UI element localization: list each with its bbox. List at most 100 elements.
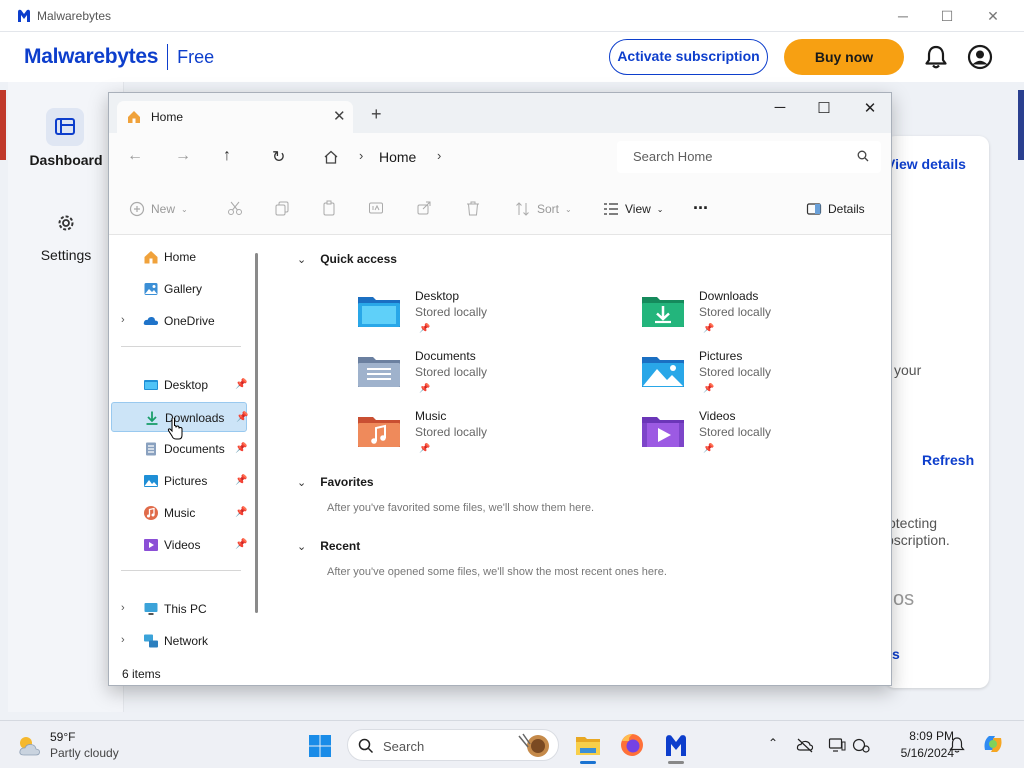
home-icon [128, 111, 140, 123]
chevron-right-icon[interactable]: › [121, 634, 125, 646]
nav-item-pictures[interactable]: Pictures 📌 [111, 466, 247, 496]
favorites-header[interactable]: ⌄ Favorites [297, 475, 374, 489]
chevron-right-icon[interactable]: › [121, 314, 125, 326]
minimize-button[interactable]: ─ [893, 6, 913, 26]
search-input[interactable]: Search Home [617, 141, 881, 173]
bell-icon[interactable] [923, 44, 949, 70]
cut-icon[interactable] [227, 200, 243, 216]
nav-item-onedrive[interactable]: › OneDrive [111, 306, 247, 336]
explorer-tab-bar: Home ✕ + ─ ☐ ✕ [109, 93, 891, 133]
quick-access-item-downloads[interactable]: Downloads Stored locally 📌 [641, 289, 901, 345]
up-icon[interactable]: ↑ [223, 147, 231, 165]
nav-item-desktop[interactable]: Desktop 📌 [111, 370, 247, 400]
pin-icon[interactable]: 📌 [236, 412, 248, 423]
back-icon[interactable]: ← [127, 147, 143, 165]
navigation-pane-scrollbar[interactable] [255, 253, 258, 613]
account-icon[interactable] [967, 44, 993, 70]
cloud-offline-icon[interactable] [796, 736, 814, 754]
background-link[interactable]: s [892, 646, 900, 662]
quick-access-item-music[interactable]: Music Stored locally 📌 [357, 409, 617, 465]
clock-date[interactable]: 5/16/2024 [880, 746, 954, 760]
copilot-icon[interactable] [980, 731, 1006, 757]
network-status-icon[interactable] [852, 736, 870, 754]
new-tab-button[interactable]: + [371, 104, 382, 125]
sort-button[interactable]: Sort ⌄ [515, 201, 572, 217]
share-icon[interactable] [416, 200, 432, 216]
explorer-content: ⌄ Quick access Desktop Stored locally 📌 … [267, 235, 891, 661]
close-button[interactable]: ✕ [855, 99, 885, 121]
taskbar-app-file-explorer[interactable] [568, 729, 608, 765]
nav-item-network[interactable]: › Network [111, 626, 247, 656]
view-button[interactable]: View ⌄ [603, 201, 664, 217]
search-icon [857, 150, 869, 162]
delete-icon[interactable] [465, 200, 481, 216]
quick-access-item-desktop[interactable]: Desktop Stored locally 📌 [357, 289, 617, 345]
breadcrumb-home[interactable]: Home [379, 149, 416, 165]
pin-icon: 📌 [703, 323, 715, 333]
background-text: os [893, 588, 915, 610]
quick-access-header[interactable]: ⌄ Quick access [297, 252, 397, 266]
nav-item-music[interactable]: Music 📌 [111, 498, 247, 528]
minimize-button[interactable]: ─ [765, 99, 795, 121]
more-options-icon[interactable]: ... [693, 193, 708, 214]
refresh-link[interactable]: Refresh [922, 452, 974, 468]
gear-icon [58, 215, 74, 231]
tab-home[interactable]: Home ✕ [117, 101, 353, 133]
pin-icon[interactable]: 📌 [235, 379, 247, 390]
onedrive-icon [143, 316, 159, 325]
maximize-button[interactable]: ☐ [937, 6, 957, 26]
sort-icon [516, 202, 529, 216]
buy-now-button[interactable]: Buy now [784, 39, 904, 75]
navigation-pane: Home Gallery › OneDrive Desktop 📌 Downlo… [109, 235, 265, 661]
quick-access-item-videos[interactable]: Videos Stored locally 📌 [641, 409, 901, 465]
nav-item-home[interactable]: Home [111, 242, 247, 272]
chevron-right-icon: › [359, 148, 364, 163]
partly-cloudy-icon[interactable] [16, 733, 42, 759]
item-name: Desktop [415, 289, 460, 303]
windows-start-icon[interactable] [308, 734, 332, 758]
forward-icon[interactable]: → [175, 147, 191, 165]
chevron-right-icon[interactable]: › [437, 148, 441, 163]
nav-item-videos[interactable]: Videos 📌 [111, 530, 247, 560]
pin-icon[interactable]: 📌 [235, 507, 247, 518]
view-details-link[interactable]: View details [886, 156, 966, 172]
tab-label: Home [151, 110, 184, 124]
chevron-right-icon[interactable]: › [121, 602, 125, 614]
videos-folder-icon [144, 539, 158, 551]
file-explorer-icon [576, 737, 600, 755]
details-pane-button[interactable]: Details [806, 201, 865, 217]
nav-divider [121, 570, 241, 571]
weather-temperature[interactable]: 59°F [50, 730, 75, 744]
new-button[interactable]: New ⌄ [129, 201, 188, 217]
nav-item-this-pc[interactable]: › This PC [111, 594, 247, 624]
paste-icon[interactable] [321, 200, 337, 216]
taskbar-search-box[interactable]: Search [347, 729, 559, 761]
recent-header[interactable]: ⌄ Recent [297, 539, 360, 553]
pin-icon[interactable]: 📌 [235, 539, 247, 550]
show-hidden-icons-chevron-icon[interactable]: ⌃ [764, 736, 782, 754]
pin-icon[interactable]: 📌 [235, 475, 247, 486]
firefox-icon [621, 734, 643, 756]
view-icon [604, 203, 618, 215]
activate-subscription-button[interactable]: Activate subscription [609, 39, 768, 75]
downloads-folder-icon [146, 411, 158, 425]
notifications-bell-icon[interactable] [948, 736, 966, 754]
maximize-button[interactable]: ☐ [809, 99, 839, 121]
address-bar[interactable]: › Home › [313, 141, 609, 173]
rename-icon[interactable] [368, 200, 384, 216]
close-tab-icon[interactable]: ✕ [333, 107, 346, 125]
pin-icon[interactable]: 📌 [235, 443, 247, 454]
display-icon[interactable] [828, 736, 846, 754]
quick-access-item-pictures[interactable]: Pictures Stored locally 📌 [641, 349, 901, 405]
quick-access-item-documents[interactable]: Documents Stored locally 📌 [357, 349, 617, 405]
taskbar-app-malwarebytes[interactable] [656, 729, 696, 765]
clock-time[interactable]: 8:09 PM [888, 729, 954, 743]
taskbar-app-firefox[interactable] [612, 729, 652, 765]
documents-folder-icon [146, 442, 156, 456]
refresh-icon[interactable]: ↻ [272, 147, 285, 167]
nav-item-gallery[interactable]: Gallery [111, 274, 247, 304]
weather-condition[interactable]: Partly cloudy [50, 746, 119, 760]
copy-icon[interactable] [274, 200, 290, 216]
close-button[interactable]: ✕ [983, 6, 1003, 26]
malwarebytes-titlebar: Malwarebytes ─ ☐ ✕ [0, 0, 1024, 32]
